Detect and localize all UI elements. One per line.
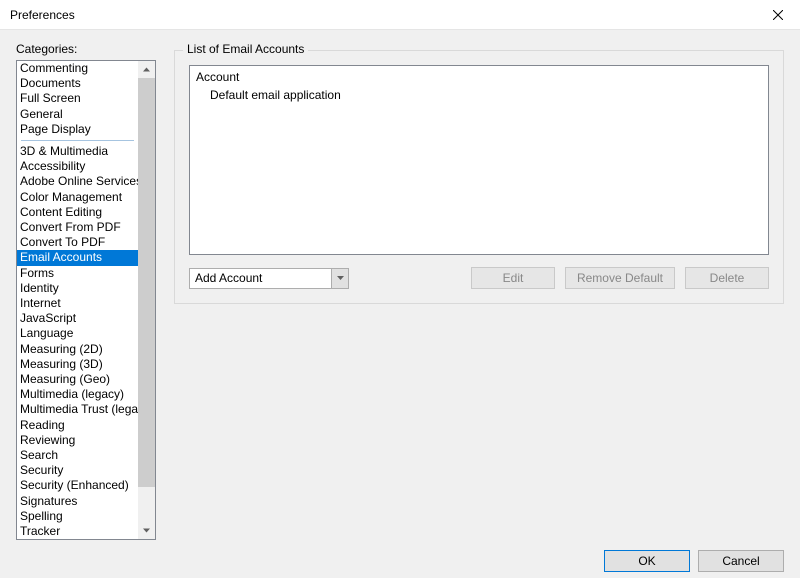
category-item[interactable]: Language <box>17 326 138 341</box>
ok-button[interactable]: OK <box>604 550 690 572</box>
categories-label: Categories: <box>16 42 156 56</box>
remove-default-button[interactable]: Remove Default <box>565 267 675 289</box>
category-item[interactable]: Forms <box>17 266 138 281</box>
category-item[interactable]: Email Accounts <box>17 250 138 265</box>
categories-sidebar: Categories: CommentingDocumentsFull Scre… <box>16 42 156 540</box>
delete-button[interactable]: Delete <box>685 267 769 289</box>
category-item[interactable]: Measuring (2D) <box>17 342 138 357</box>
category-item[interactable]: Convert To PDF <box>17 235 138 250</box>
category-item[interactable]: Security <box>17 463 138 478</box>
cancel-button[interactable]: Cancel <box>698 550 784 572</box>
category-item[interactable]: Security (Enhanced) <box>17 478 138 493</box>
list-item[interactable]: Default email application <box>196 86 762 104</box>
window-title: Preferences <box>10 8 755 22</box>
category-item[interactable]: Color Management <box>17 190 138 205</box>
settings-panel: List of Email Accounts Account Default e… <box>156 42 784 540</box>
group-label: List of Email Accounts <box>183 42 308 56</box>
category-item[interactable]: Full Screen <box>17 91 138 106</box>
category-item[interactable]: Commenting <box>17 61 138 76</box>
category-item[interactable]: Content Editing <box>17 205 138 220</box>
category-item[interactable]: Measuring (Geo) <box>17 372 138 387</box>
category-item[interactable]: Reviewing <box>17 433 138 448</box>
dialog-footer: OK Cancel <box>16 540 784 572</box>
categories-scrollbar[interactable] <box>138 61 155 539</box>
category-item[interactable]: Multimedia Trust (legacy) <box>17 402 138 417</box>
category-item[interactable]: 3D & Multimedia <box>17 144 138 159</box>
dropdown-button[interactable] <box>331 269 348 288</box>
accounts-list[interactable]: Account Default email application <box>189 65 769 255</box>
scroll-up-button[interactable] <box>138 61 155 78</box>
edit-button[interactable]: Edit <box>471 267 555 289</box>
category-item[interactable]: General <box>17 107 138 122</box>
preferences-window: Preferences Categories: CommentingDocume… <box>0 0 800 578</box>
chevron-up-icon <box>143 66 150 73</box>
close-button[interactable] <box>755 0 800 30</box>
category-item[interactable]: Measuring (3D) <box>17 357 138 372</box>
category-item[interactable]: Spelling <box>17 509 138 524</box>
add-account-dropdown[interactable]: Add Account <box>189 268 349 289</box>
category-item[interactable]: JavaScript <box>17 311 138 326</box>
scroll-track[interactable] <box>138 78 155 522</box>
category-item[interactable]: Adobe Online Services <box>17 174 138 189</box>
accounts-column-header: Account <box>196 68 762 86</box>
chevron-down-icon <box>143 527 150 534</box>
category-item[interactable]: Tracker <box>17 524 138 539</box>
close-icon <box>773 10 783 20</box>
titlebar: Preferences <box>0 0 800 30</box>
category-item[interactable]: Identity <box>17 281 138 296</box>
dialog-body: Categories: CommentingDocumentsFull Scre… <box>0 30 800 578</box>
category-item[interactable]: Accessibility <box>17 159 138 174</box>
category-item[interactable]: Convert From PDF <box>17 220 138 235</box>
category-item[interactable]: Documents <box>17 76 138 91</box>
email-accounts-group: List of Email Accounts Account Default e… <box>174 50 784 304</box>
category-item[interactable]: Page Display <box>17 122 138 137</box>
categories-listbox[interactable]: CommentingDocumentsFull ScreenGeneralPag… <box>16 60 156 540</box>
category-item[interactable]: Reading <box>17 418 138 433</box>
chevron-down-icon <box>337 276 344 280</box>
category-separator <box>21 140 134 141</box>
add-account-label: Add Account <box>190 271 331 285</box>
category-item[interactable]: Search <box>17 448 138 463</box>
scroll-down-button[interactable] <box>138 522 155 539</box>
category-item[interactable]: Signatures <box>17 494 138 509</box>
category-item[interactable]: Internet <box>17 296 138 311</box>
category-item[interactable]: Multimedia (legacy) <box>17 387 138 402</box>
scroll-thumb[interactable] <box>138 78 155 487</box>
